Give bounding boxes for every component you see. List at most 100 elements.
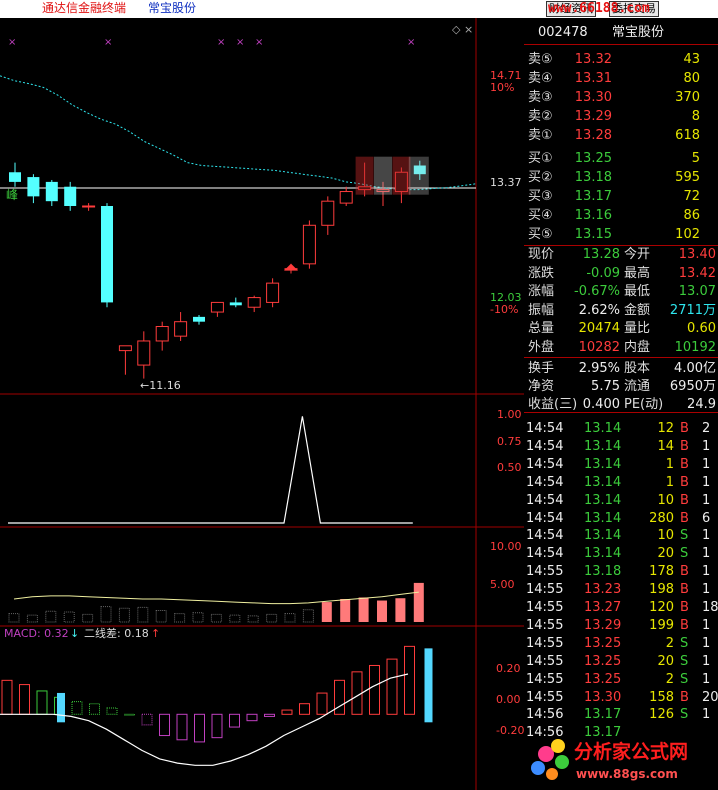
marker-icon: × [104,37,112,48]
tick-qty: 20 [657,653,674,669]
volume-ma-line [13,591,419,605]
tick-side: B [680,421,689,436]
macd-axis-label: 0.00 [496,693,521,706]
volume-bar [266,613,278,623]
tick-qty: 2 [665,671,674,687]
tick-time: 14:54 [526,456,564,472]
tick-price: 13.30 [584,689,622,705]
diamond-icon[interactable]: ◇ [452,23,461,36]
candle [45,181,58,202]
tick-count: 1 [702,707,711,723]
tick-row[interactable]: 14:54 13.14 1 B 1 [524,456,718,474]
tick-row[interactable]: 14:55 13.18 178 B 1 [524,563,718,581]
tick-qty: 2 [665,635,674,651]
tick-price: 13.14 [584,474,622,490]
macd-highlight-bar [424,648,433,723]
macd-axis-label: 0.20 [496,662,521,675]
tick-side: B [680,456,689,472]
volume-bar [45,610,57,623]
macd-bar [1,679,13,715]
tick-count: 1 [702,546,711,562]
quote-stat-row[interactable]: 外盘 10282 内盘 10192 [524,339,718,357]
tick-row[interactable]: 14:56 13.17 126 S 1 [524,706,718,724]
tick-price: 13.14 [584,456,622,472]
stat-label: 内盘 [624,339,651,355]
volume-bar [413,582,424,622]
order-qty: 8 [691,109,700,124]
tick-row[interactable]: 14:54 13.14 14 B 1 [524,438,718,456]
tick-time: 14:55 [526,671,564,687]
stat-label: 净资 [528,379,555,394]
macd-bar [316,692,328,715]
tick-row[interactable]: 14:54 13.14 12 B 2 [524,420,718,438]
peak-marker: 峰 [6,188,18,202]
panel-header: 002478 常宝股份 [524,24,718,42]
order-book-row[interactable]: 买② 13.18 595 [524,169,718,187]
tick-row[interactable]: 14:55 13.30 158 B 20 [524,689,718,707]
signal-line [8,416,413,524]
order-book-row[interactable]: 买③ 13.17 72 [524,188,718,206]
candle [210,301,224,313]
tick-row[interactable]: 14:54 13.14 20 S 1 [524,545,718,563]
tick-price: 13.14 [584,528,622,544]
tick-row[interactable]: 14:55 13.29 199 B 1 [524,617,718,635]
stat-value: 20474 [578,321,620,336]
tick-side: S [680,635,689,651]
order-book-row[interactable]: 买① 13.25 5 [524,150,718,168]
quote-stat-row[interactable]: 振幅 2.62% 金额 2711万 [524,302,718,320]
marker-icon: × [236,37,244,48]
tick-count: 2 [702,421,711,436]
quote-stat-row[interactable]: 换手 2.95% 股本 4.00亿 [524,360,718,378]
tick-count: 1 [702,438,711,454]
volume-bar [395,598,406,622]
order-book-row[interactable]: 卖④ 13.31 80 [524,70,718,88]
order-book-row[interactable]: 买⑤ 13.15 102 [524,226,718,244]
tick-row[interactable]: 14:55 13.25 2 S 1 [524,671,718,689]
tick-row[interactable]: 14:54 13.14 10 B 1 [524,492,718,510]
tick-row[interactable]: 14:54 13.14 280 B 6 [524,510,718,528]
quote-stat-row[interactable]: 涨幅 -0.67% 最低 13.07 [524,283,718,301]
price-axis-label: 13.37 [490,176,522,189]
macd-bar [89,703,100,715]
macd-bar [351,671,363,715]
tick-row[interactable]: 14:55 13.23 198 B 1 [524,581,718,599]
order-price: 13.30 [574,90,612,105]
tick-row[interactable]: 14:55 13.25 20 S 1 [524,653,718,671]
chart-area[interactable]: ◇ × × × × × × × 14.7110%13.3712.03-10%1.000.7… [0,0,524,790]
macd-bar [299,703,310,715]
tick-price: 13.25 [584,671,622,687]
order-book-row[interactable]: 卖③ 13.30 370 [524,89,718,107]
macd-bar [71,701,83,715]
tick-time: 14:55 [526,689,564,705]
macd-bar [229,713,240,728]
tick-qty: 280 [649,510,674,526]
quote-stat-row[interactable]: 涨跌 -0.09 最高 13.42 [524,265,718,283]
order-qty: 595 [675,170,700,185]
tick-side: S [680,528,689,544]
tick-row[interactable]: 14:54 13.14 1 B 1 [524,474,718,492]
macd-bar [36,690,48,715]
volume-bar [8,613,20,623]
macd-bar [141,713,153,726]
volume-bar [26,614,38,623]
quote-stat-row[interactable]: 总量 20474 量比 0.60 [524,320,718,338]
low-price-label: ←11.16 [140,379,181,392]
quote-stat-row[interactable]: 净资 5.75 流通 6950万 [524,378,718,396]
tick-time: 14:55 [526,600,564,615]
tick-row[interactable]: 14:54 13.14 10 S 1 [524,527,718,545]
tick-row[interactable]: 14:55 13.27 120 B 18 [524,599,718,617]
order-qty: 370 [675,90,700,105]
order-book-row[interactable]: 卖⑤ 13.32 43 [524,51,718,69]
order-book-row[interactable]: 卖② 13.29 8 [524,108,718,126]
order-book-row[interactable]: 卖① 13.28 618 [524,127,718,145]
close-icon[interactable]: × [464,23,473,36]
tick-price: 13.25 [584,653,622,669]
volume-bar [192,612,204,623]
tick-row[interactable]: 14:55 13.25 2 S 1 [524,635,718,653]
quote-stat-row[interactable]: 现价 13.28 今开 13.40 [524,246,718,264]
watermark-url: www.66188.com [548,1,650,16]
tick-side: B [680,492,689,508]
macd-bar [211,713,223,739]
order-book-row[interactable]: 买④ 13.16 86 [524,207,718,225]
macd-bar [404,645,415,715]
